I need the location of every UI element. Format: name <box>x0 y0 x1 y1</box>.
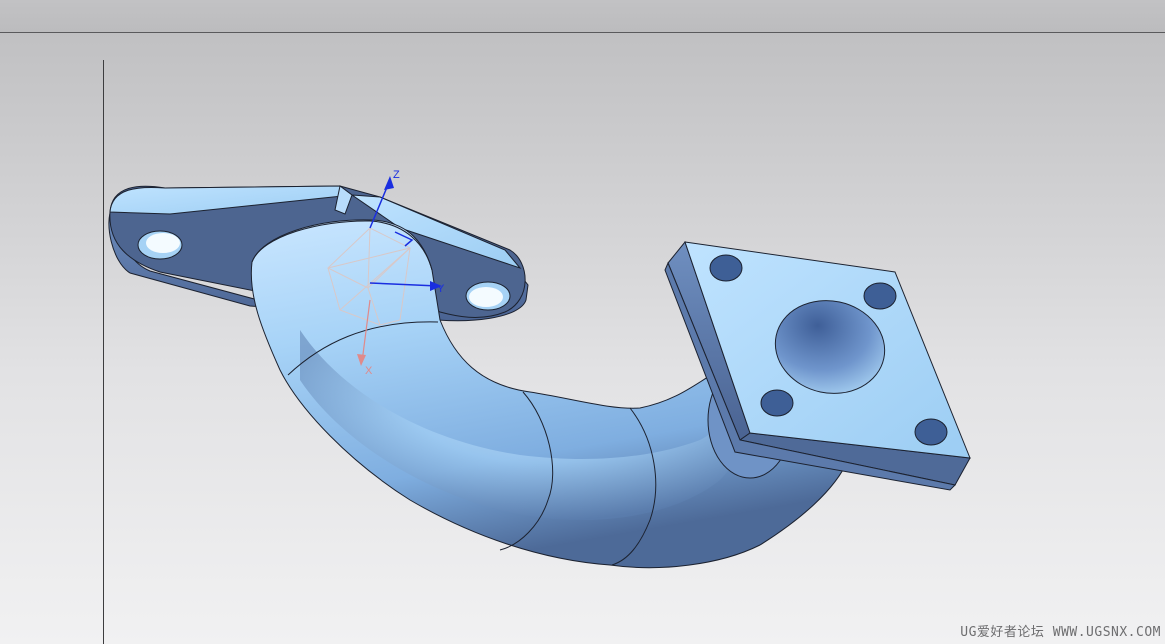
watermark-text: UG爱好者论坛 WWW.UGSNX.COM <box>960 625 1161 640</box>
triad-x-label: X <box>365 365 373 377</box>
right-flange-hole-1[interactable] <box>709 254 743 282</box>
model-scene[interactable]: Z Y X <box>0 0 1165 644</box>
triad-z-label: Z <box>393 169 400 181</box>
triad-y-label: Y <box>437 283 445 295</box>
right-flange-hole-4[interactable] <box>914 418 948 446</box>
right-flange-hole-2[interactable] <box>863 282 897 310</box>
right-flange-hole-3[interactable] <box>760 389 794 417</box>
graphics-viewport[interactable]: Z Y X UG爱好者论坛 WWW.UGSNX.COM <box>0 0 1165 644</box>
